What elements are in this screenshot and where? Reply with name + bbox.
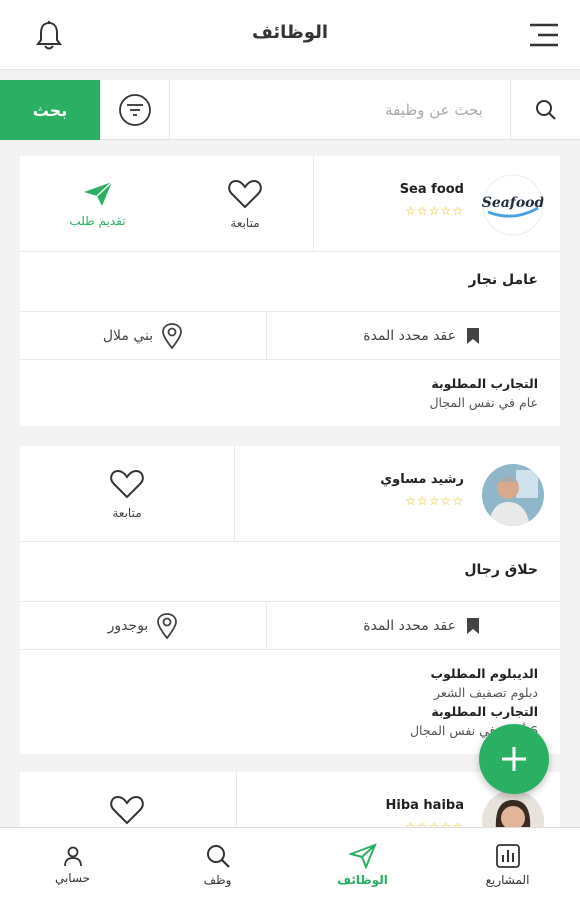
page-title: الوظائف xyxy=(251,22,329,43)
company-name: رشيد مساوي xyxy=(380,472,464,487)
nav-label: الوظائف xyxy=(337,872,388,887)
add-button[interactable] xyxy=(479,724,549,794)
job-card[interactable]: رشيد مساوي ☆☆☆☆☆ متابعة حلاق رجال عقد مح… xyxy=(20,446,560,754)
location-pin-icon xyxy=(162,323,183,350)
follow-label: متابعة xyxy=(230,216,260,230)
follow-button[interactable]: متابعة xyxy=(175,156,315,252)
rating-stars: ☆☆☆☆☆ xyxy=(405,494,464,508)
follow-label: متابعة xyxy=(112,506,142,520)
company-info[interactable]: رشيد مساوي ☆☆☆☆☆ xyxy=(234,446,560,542)
requirement-heading: التجارب المطلوبة xyxy=(431,704,538,719)
search-bar: بحث xyxy=(0,80,580,140)
requirement-heading: الديبلوم المطلوب xyxy=(430,666,538,681)
company-avatar xyxy=(482,790,544,832)
nav-item-jobs[interactable]: الوظائف xyxy=(290,828,435,900)
contract-type: عقد محدد المدة xyxy=(266,312,560,360)
job-title: حلاق رجال xyxy=(20,542,560,602)
bookmark-icon xyxy=(467,618,479,634)
heart-icon xyxy=(228,179,262,209)
requirements: الديبلوم المطلوب دبلوم تصفيف الشعر التجا… xyxy=(20,650,560,754)
app-bar: الوظائف xyxy=(0,0,580,70)
job-location: بني ملال xyxy=(20,312,266,360)
search-input[interactable] xyxy=(171,80,509,140)
filter-icon xyxy=(118,94,151,126)
plus-icon xyxy=(502,747,526,771)
requirement-value: دبلوم تصفيف الشعر xyxy=(433,685,538,700)
company-logo: Seafood xyxy=(482,174,544,236)
nav-label: وظف xyxy=(203,872,232,887)
apply-label: تقديم طلب xyxy=(69,214,126,228)
nav-label: المشاريع xyxy=(485,872,530,887)
job-location: بوجدور xyxy=(20,602,266,650)
bookmark-icon xyxy=(467,328,479,344)
company-info[interactable]: Seafood Sea food ☆☆☆☆☆ xyxy=(313,156,560,252)
user-icon xyxy=(63,846,82,866)
bottom-navigation: حسابي وظف الوظائف المشاريع xyxy=(0,827,580,900)
job-card[interactable]: Seafood Sea food ☆☆☆☆☆ متابعة تقديم طلب … xyxy=(20,156,560,426)
job-card[interactable]: Hiba haiba ☆☆☆☆☆ xyxy=(20,772,560,832)
nav-label: حسابي xyxy=(54,870,91,885)
menu-icon[interactable] xyxy=(528,22,560,48)
search-icon[interactable] xyxy=(510,80,580,140)
search-button[interactable]: بحث xyxy=(0,80,100,140)
heart-icon xyxy=(110,795,144,825)
job-title: عامل نجار xyxy=(20,252,560,312)
contract-type: عقد محدد المدة xyxy=(266,602,560,650)
send-icon xyxy=(348,842,377,869)
nav-item-account[interactable]: حسابي xyxy=(0,828,145,900)
search-icon xyxy=(206,844,230,868)
location-pin-icon xyxy=(157,613,178,640)
requirement-value: عام في نفس المجال xyxy=(429,395,538,410)
logo-text: Seafood xyxy=(482,195,544,211)
requirement-heading: التجارب المطلوبة xyxy=(431,376,538,391)
filter-button[interactable] xyxy=(100,80,170,140)
chart-icon xyxy=(495,843,520,868)
apply-button[interactable]: تقديم طلب xyxy=(20,156,175,252)
requirements: التجارب المطلوبة عام في نفس المجال xyxy=(20,360,560,426)
follow-button[interactable]: متابعة xyxy=(57,446,197,542)
nav-item-hire[interactable]: وظف xyxy=(145,828,290,900)
company-name: Hiba haiba xyxy=(385,798,464,813)
requirement-value: 6 أشهر في نفس المجال xyxy=(409,723,538,738)
rating-stars: ☆☆☆☆☆ xyxy=(405,204,464,218)
follow-button[interactable] xyxy=(57,772,197,832)
company-avatar xyxy=(482,464,544,526)
company-name: Sea food xyxy=(399,182,464,197)
send-icon xyxy=(83,181,113,206)
nav-item-projects[interactable]: المشاريع xyxy=(435,828,580,900)
heart-icon xyxy=(110,469,144,499)
